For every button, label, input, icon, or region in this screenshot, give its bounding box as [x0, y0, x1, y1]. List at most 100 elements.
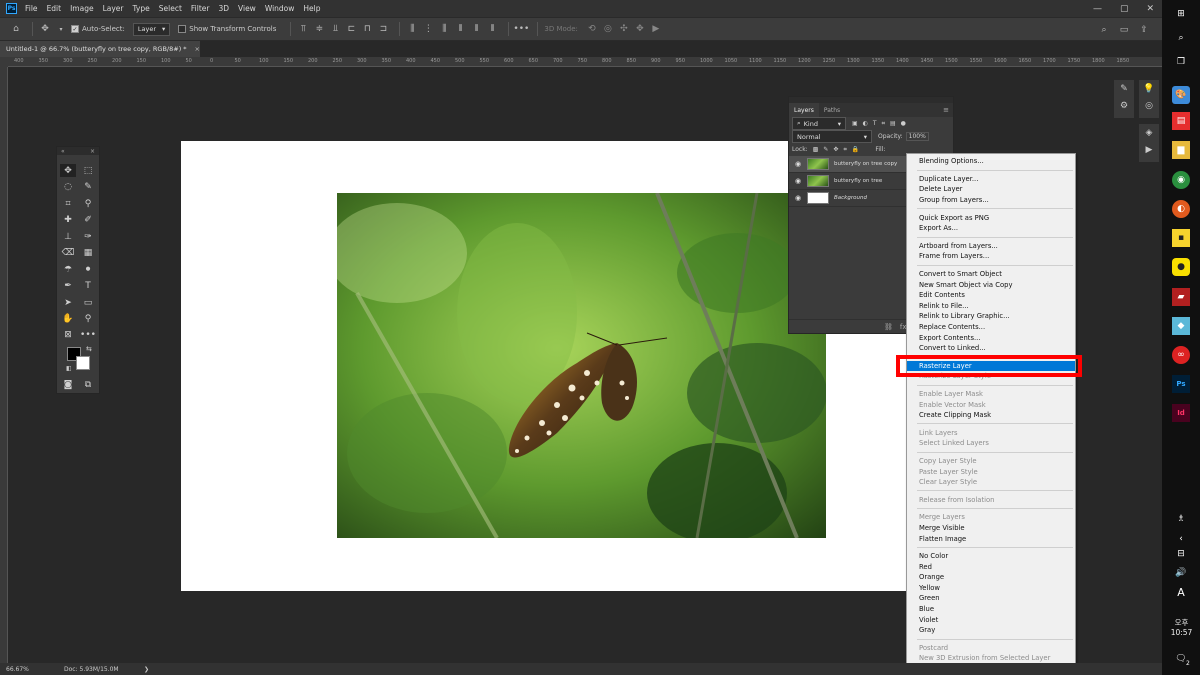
menu-item-new-smart-object-via-copy[interactable]: New Smart Object via Copy — [907, 279, 1075, 290]
align-left-icon[interactable]: ⊏ — [345, 23, 357, 35]
filter-adjustment-icon[interactable]: ◐ — [863, 120, 868, 127]
photoshop-taskbar-icon[interactable]: Ps — [1172, 375, 1190, 393]
3d-roll-icon[interactable]: ◎ — [602, 23, 614, 35]
align-vcenter-icon[interactable]: ≑ — [313, 23, 325, 35]
show-transform-checkbox[interactable] — [178, 25, 187, 33]
more-tools-icon[interactable]: ••• — [80, 328, 96, 341]
distribute-bottom-icon[interactable]: ⫼ — [438, 23, 450, 35]
auto-select-option[interactable]: ✓ Auto-Select: — [71, 25, 125, 33]
tools-panel-header[interactable]: « × — [57, 147, 99, 155]
menu-item-orange[interactable]: Orange — [907, 572, 1075, 583]
collapse-icon[interactable]: « — [61, 148, 65, 155]
menu-item-export-as[interactable]: Export As... — [907, 223, 1075, 234]
close-tab-icon[interactable]: × — [195, 45, 200, 53]
menu-image[interactable]: Image — [70, 4, 94, 13]
zoom-level[interactable]: 66.67% — [6, 666, 56, 673]
adjustments-icon[interactable]: ⚙ — [1114, 97, 1134, 114]
taskbar-clock[interactable]: 오후 10:57 — [1163, 617, 1200, 637]
menu-item-rasterize-layer[interactable]: Rasterize Layer — [907, 360, 1075, 372]
chevron-down-icon[interactable]: ▾ — [55, 23, 67, 35]
eraser-tool-icon[interactable]: ⌫ — [60, 246, 76, 259]
distribute-right-icon[interactable]: ⫴ — [486, 23, 498, 35]
menu-item-edit-contents[interactable]: Edit Contents — [907, 290, 1075, 301]
brush-tool-icon[interactable]: ✐ — [80, 213, 96, 226]
align-hcenter-icon[interactable]: ⊓ — [361, 23, 373, 35]
link-layers-icon[interactable]: ⛓ — [884, 323, 893, 331]
lock-transparent-icon[interactable]: ▩ — [813, 146, 819, 153]
task-view-icon[interactable]: ❐ — [1172, 53, 1190, 71]
menu-item-convert-to-smart-object[interactable]: Convert to Smart Object — [907, 269, 1075, 280]
layer-filter-dropdown[interactable]: ⌕ Kind ▾ — [792, 117, 846, 130]
minimize-button[interactable]: — — [1093, 4, 1102, 14]
menu-item-export-contents[interactable]: Export Contents... — [907, 332, 1075, 343]
clone-stamp-tool-icon[interactable]: ⊥ — [60, 230, 76, 243]
move-tool-icon[interactable]: ✥ — [60, 164, 76, 177]
distribute-left-icon[interactable]: ⫴ — [454, 23, 466, 35]
app-icon-red[interactable]: ▰ — [1172, 288, 1190, 306]
document-tab[interactable]: Untitled-1 @ 66.7% (butteryfly on tree c… — [0, 41, 200, 57]
home-icon[interactable]: ⌂ — [10, 23, 22, 35]
menu-item-frame-from-layers[interactable]: Frame from Layers... — [907, 251, 1075, 262]
eye-icon[interactable]: ◉ — [789, 160, 807, 168]
close-button[interactable]: ✕ — [1146, 4, 1154, 14]
layer-name[interactable]: butteryfly on tree — [834, 178, 882, 184]
menu-item-group-from-layers[interactable]: Group from Layers... — [907, 195, 1075, 206]
libraries-icon[interactable]: ◎ — [1139, 97, 1159, 114]
auto-select-dropdown[interactable]: Layer ▾ — [132, 22, 171, 36]
learn-icon[interactable]: 💡 — [1139, 80, 1159, 97]
menu-view[interactable]: View — [238, 4, 256, 13]
brush-settings-icon[interactable]: ✎ — [1114, 80, 1134, 97]
healing-brush-tool-icon[interactable]: ✚ — [60, 213, 76, 226]
layers-panel-icon[interactable]: ◈ — [1139, 124, 1159, 141]
menu-layer[interactable]: Layer — [103, 4, 124, 13]
photoshop-logo[interactable]: Ps — [6, 3, 17, 14]
indesign-taskbar-icon[interactable]: Id — [1172, 404, 1190, 422]
eyedropper-tool-icon[interactable]: ⚲ — [80, 197, 96, 210]
menu-item-no-color[interactable]: No Color — [907, 551, 1075, 562]
menu-item-delete-layer[interactable]: Delete Layer — [907, 184, 1075, 195]
lock-all-icon[interactable]: 🔒 — [852, 146, 859, 153]
dodge-tool-icon[interactable]: ⚫ — [80, 263, 96, 276]
menu-item-green[interactable]: Green — [907, 593, 1075, 604]
quick-mask-icon[interactable]: ◙ — [60, 378, 76, 391]
menu-item-artboard-from-layers[interactable]: Artboard from Layers... — [907, 241, 1075, 252]
search-icon[interactable]: ⌕ — [1172, 29, 1190, 47]
menu-item-quick-export-as-png[interactable]: Quick Export as PNG — [907, 212, 1075, 223]
workspace-icon[interactable]: ▭ — [1118, 24, 1130, 36]
screen-mode-icon[interactable]: ⧉ — [80, 378, 96, 391]
history-brush-tool-icon[interactable]: ✑ — [80, 230, 96, 243]
play-icon[interactable]: ▶ — [1139, 141, 1159, 158]
align-top-icon[interactable]: ⫪ — [297, 23, 309, 35]
gradient-tool-icon[interactable]: ▦ — [80, 246, 96, 259]
menu-item-convert-to-linked[interactable]: Convert to Linked... — [907, 343, 1075, 354]
filter-pixel-icon[interactable]: ▣ — [852, 120, 858, 127]
volume-icon[interactable]: 🔊 — [1172, 564, 1190, 582]
align-bottom-icon[interactable]: ⫫ — [329, 23, 341, 35]
menu-item-replace-contents[interactable]: Replace Contents... — [907, 322, 1075, 333]
3d-slide-icon[interactable]: ✥ — [634, 23, 646, 35]
app-icon-blue[interactable]: ◆ — [1172, 317, 1190, 335]
move-tool-icon[interactable]: ✥ — [39, 23, 51, 35]
filter-toggle-icon[interactable]: ● — [901, 120, 906, 127]
menu-item-relink-to-library-graphic[interactable]: Relink to Library Graphic... — [907, 311, 1075, 322]
blend-mode-dropdown[interactable]: Normal ▾ — [792, 130, 872, 143]
eye-icon[interactable]: ◉ — [789, 177, 807, 185]
background-color-swatch[interactable] — [76, 356, 90, 370]
menu-edit[interactable]: Edit — [47, 4, 62, 13]
share-icon[interactable]: ⇪ — [1138, 24, 1150, 36]
distribute-vcenter-icon[interactable]: ⋮ — [422, 23, 434, 35]
lock-artboard-icon[interactable]: ⌗ — [843, 146, 846, 154]
chrome-icon[interactable]: ◉ — [1172, 171, 1190, 189]
menu-item-duplicate-layer[interactable]: Duplicate Layer... — [907, 174, 1075, 185]
input-language[interactable]: A — [1172, 583, 1190, 601]
menu-3d[interactable]: 3D — [218, 4, 229, 13]
lock-position-icon[interactable]: ✥ — [833, 146, 838, 153]
pen-tool-icon[interactable]: ✒ — [60, 279, 76, 292]
quick-select-tool-icon[interactable]: ✎ — [80, 180, 96, 193]
type-tool-icon[interactable]: T — [80, 279, 96, 292]
eye-icon[interactable]: ◉ — [789, 194, 807, 202]
blur-tool-icon[interactable]: ☂ — [60, 263, 76, 276]
menu-item-gray[interactable]: Gray — [907, 625, 1075, 636]
search-icon[interactable]: ⌕ — [1098, 24, 1110, 36]
menu-item-red[interactable]: Red — [907, 561, 1075, 572]
